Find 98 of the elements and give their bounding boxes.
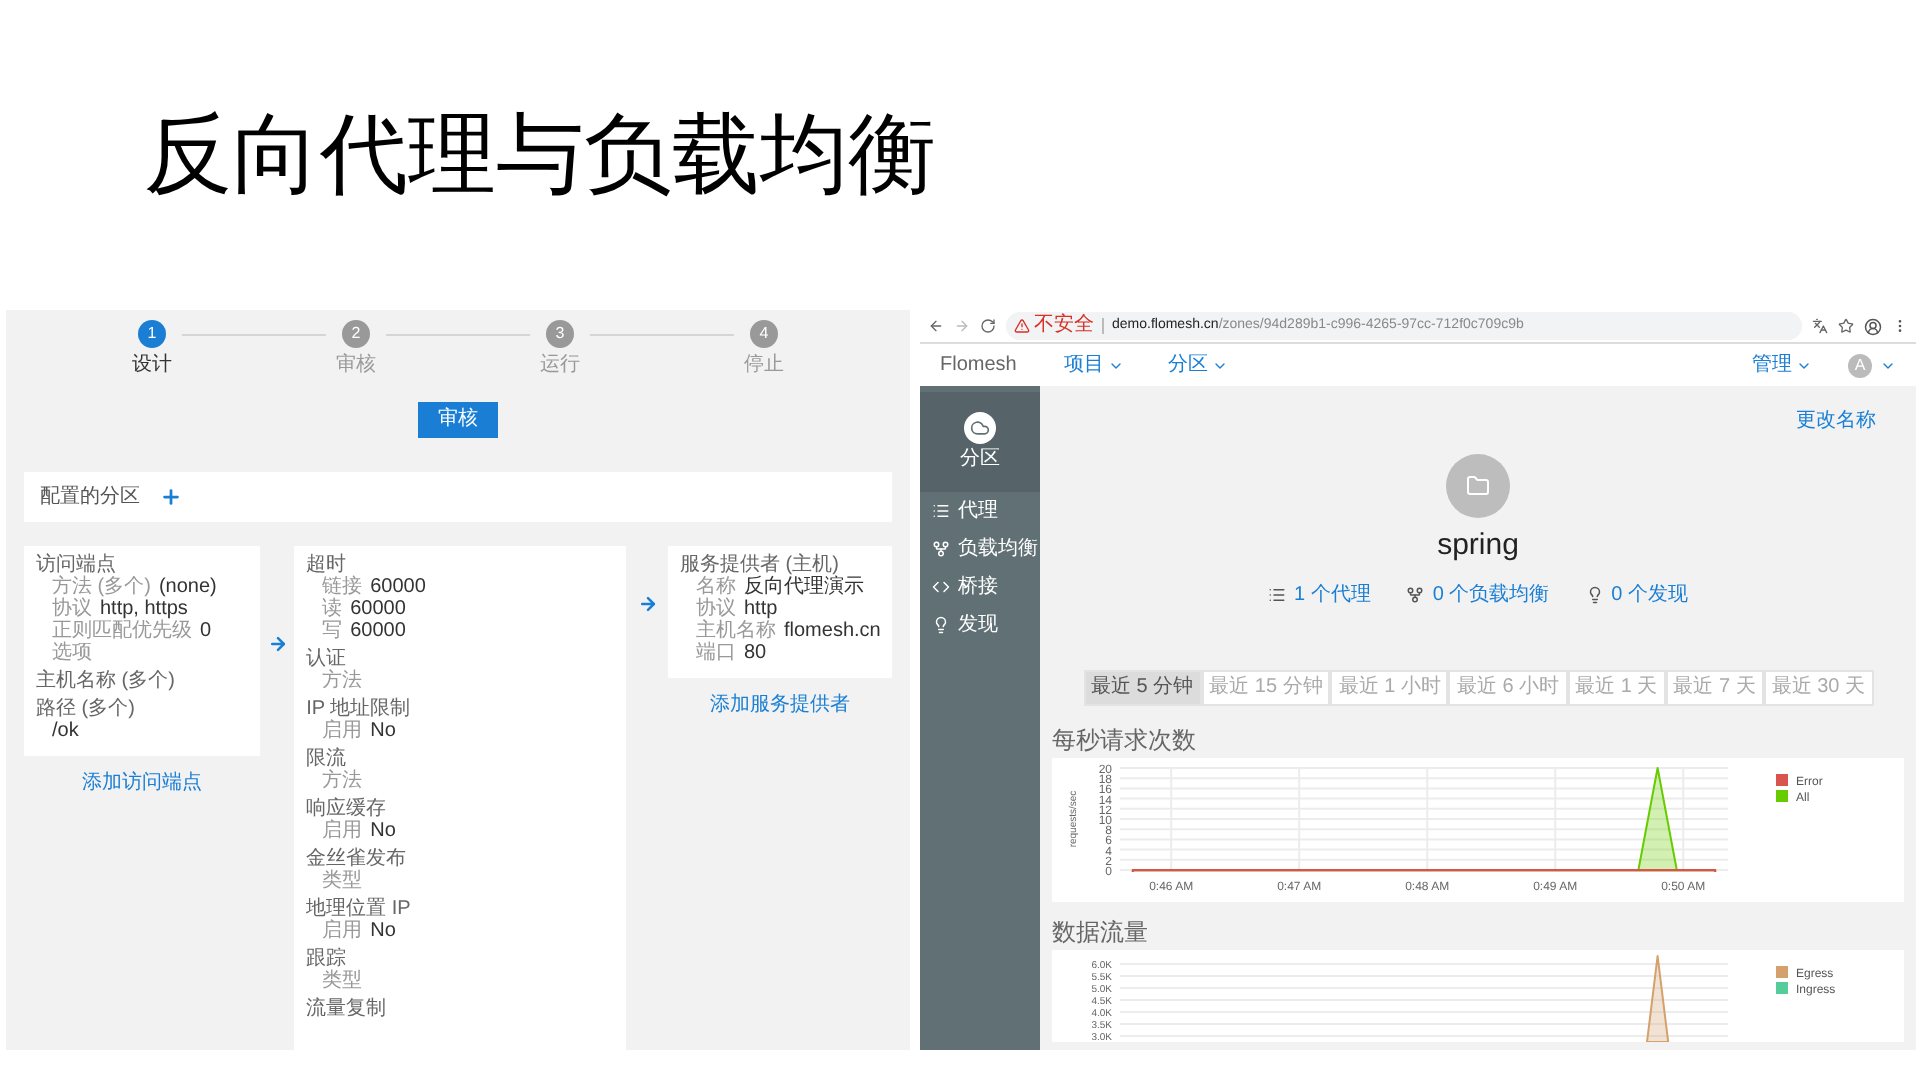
list-icon — [1267, 586, 1286, 604]
fork-icon — [932, 540, 950, 558]
section-title: 跟踪 — [306, 948, 347, 970]
arrow-right-icon — [267, 634, 288, 654]
step-label: 停止 — [744, 354, 784, 378]
section-title: 金丝雀发布 — [306, 848, 409, 870]
zone-name: spring — [1435, 528, 1521, 564]
lightbulb-icon — [932, 616, 950, 634]
field-label: 写 — [322, 620, 343, 642]
field-label: 主机名称 — [696, 620, 776, 642]
field-label: 启用 — [322, 920, 363, 942]
section-title: IP 地址限制 — [306, 698, 413, 720]
field-value: No — [370, 920, 396, 942]
panel-title: 每秒请求次数 — [1052, 726, 1198, 754]
field-label: 协议 — [52, 598, 92, 620]
add-icon[interactable] — [160, 486, 182, 508]
time-range-tab[interactable]: 最近 7 天 — [1665, 670, 1764, 706]
field-value: 反向代理演示 — [744, 576, 864, 598]
field-value: 60000 — [350, 620, 406, 642]
sidebar-item[interactable]: 发现 — [920, 606, 1040, 644]
step-label: 审核 — [336, 354, 376, 378]
reload-icon[interactable] — [980, 318, 996, 334]
field-label: 选项 — [52, 642, 92, 664]
partition-label: 配置的分区 — [40, 483, 140, 512]
field-label: 类型 — [322, 870, 363, 892]
section-title: 限流 — [306, 748, 347, 770]
review-button[interactable]: 审核 — [418, 402, 498, 438]
time-range-tab[interactable]: 最近 30 天 — [1763, 670, 1873, 706]
traffic-peak-drawing — [1646, 955, 1670, 1042]
field-value: 80 — [744, 642, 767, 664]
field-value: 0 — [200, 620, 212, 642]
rename-link[interactable]: 更改名称 — [1796, 410, 1876, 434]
field-label: 启用 — [322, 820, 363, 842]
stat-link[interactable]: 0 个负载均衡 — [1406, 580, 1550, 610]
field-value: 60000 — [350, 598, 406, 620]
step-label: 运行 — [540, 354, 580, 378]
section-title: 超时 — [306, 554, 347, 576]
field-label: 端口 — [696, 642, 736, 664]
section-title: 认证 — [306, 648, 347, 670]
field-label: 正则匹配优先级 — [52, 620, 192, 642]
warning-icon — [1014, 318, 1030, 334]
section-title: 主机名称 (多个) — [36, 670, 177, 692]
field-value: No — [370, 720, 396, 742]
sidebar-item[interactable]: 负载均衡 — [920, 530, 1040, 568]
list-icon — [932, 502, 950, 520]
add-provider-link[interactable]: 添加服务提供者 — [710, 690, 850, 720]
field-value: (none) — [158, 576, 217, 598]
time-range-tab[interactable]: 最近 6 小时 — [1448, 670, 1568, 706]
field-value: http, https — [100, 598, 188, 620]
field-label: 方法 — [322, 670, 363, 692]
nav-menu[interactable]: 分区 — [1168, 350, 1228, 380]
step-label: 设计 — [132, 354, 172, 378]
field-value: http — [744, 598, 778, 620]
stat-link[interactable]: 0 个发现 — [1585, 580, 1689, 610]
admin-menu[interactable]: 管理 — [1752, 350, 1812, 380]
field-label: 名称 — [696, 576, 736, 598]
folder-icon — [1446, 454, 1510, 518]
profile-icon[interactable] — [1864, 317, 1882, 335]
brand-name: Flomesh — [940, 352, 1019, 380]
nav-menu[interactable]: 项目 — [1064, 350, 1124, 380]
translate-icon[interactable] — [1812, 318, 1828, 334]
fork-icon — [1406, 586, 1425, 604]
time-range-tab[interactable]: 最近 1 小时 — [1330, 670, 1449, 706]
lightbulb-icon — [1585, 586, 1604, 604]
field-value: /ok — [52, 720, 79, 742]
field-value: 60000 — [370, 576, 426, 598]
star-icon[interactable] — [1838, 318, 1854, 334]
field-label: 方法 (多个) — [52, 576, 151, 598]
section-title: 访问端点 — [36, 554, 118, 576]
field-label: 启用 — [322, 720, 363, 742]
cloud-icon — [964, 412, 996, 444]
arrow-right-icon — [637, 594, 658, 614]
section-title: 路径 (多个) — [36, 698, 137, 720]
back-icon[interactable] — [928, 318, 944, 334]
field-label: 协议 — [696, 598, 736, 620]
field-value: flomesh.cn — [784, 620, 881, 642]
time-range-tab[interactable]: 最近 15 分钟 — [1201, 670, 1331, 706]
time-range-tab[interactable]: 最近 1 天 — [1567, 670, 1666, 706]
code-icon — [932, 578, 950, 596]
section-title: 流量复制 — [306, 998, 389, 1020]
field-value: No — [370, 820, 396, 842]
field-label: 方法 — [322, 770, 363, 792]
section-title: 服务提供者 (主机) — [680, 554, 839, 576]
section-title: 地理位置 IP — [306, 898, 413, 920]
field-label: 类型 — [322, 970, 363, 992]
sidebar-item[interactable]: 代理 — [920, 492, 1040, 530]
panel-title: 数据流量 — [1052, 918, 1150, 946]
add-endpoint-link[interactable]: 添加访问端点 — [82, 768, 202, 798]
security-label: 不安全 — [1034, 314, 1094, 338]
field-label: 读 — [322, 598, 343, 620]
section-title: 响应缓存 — [306, 798, 389, 820]
sidebar-header[interactable]: 分区 — [920, 392, 1040, 492]
field-label: 链接 — [322, 576, 363, 598]
stat-link[interactable]: 1 个代理 — [1267, 580, 1371, 610]
sidebar-item[interactable]: 桥接 — [920, 568, 1040, 606]
time-range-tab[interactable]: 最近 5 分钟 — [1083, 670, 1202, 706]
slide-title: 反向代理与负载均衡 — [144, 104, 938, 208]
avatar[interactable]: A — [1848, 353, 1872, 377]
